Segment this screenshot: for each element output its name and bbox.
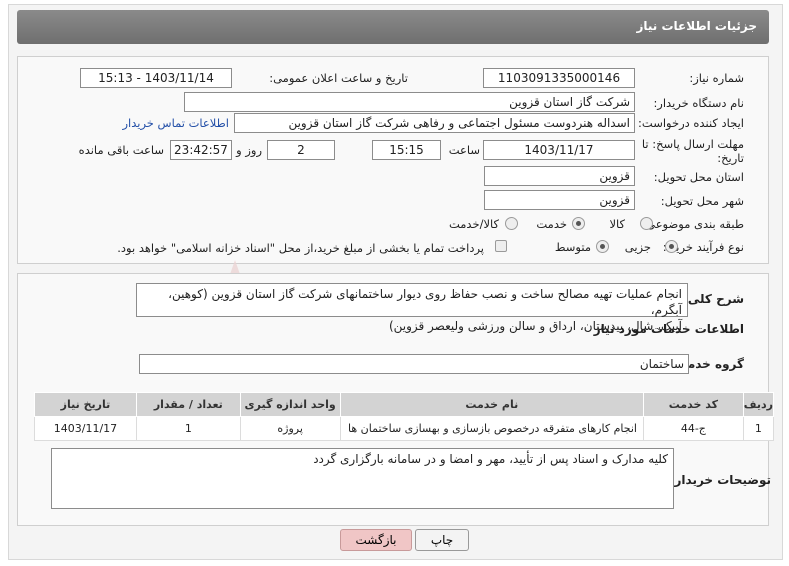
table-row: 1 ج-44 انجام کارهای متفرقه درخصوص بازساز… [34,416,775,441]
province-label: استان محل تحویل: [653,170,744,184]
deadline-label-2: تاریخ: [717,151,744,165]
back-button[interactable]: بازگشت [340,529,412,551]
buyer-contact-link[interactable]: اطلاعات تماس خریدار [122,116,229,130]
process-radio-medium[interactable] [596,240,609,253]
deadline-label: مهلت ارسال پاسخ: تا [641,137,744,151]
col-header-service-code: کد خدمت [642,392,744,417]
col-header-unit: واحد اندازه گیری [239,392,341,417]
cell-service-name: انجام کارهای متفرقه درخصوص بازسازی و بهس… [339,416,644,441]
province-field: قزوین [484,166,635,186]
need-number-label: شماره نیاز: [689,71,744,85]
category-label: طبقه بندی موضوعی: [642,217,744,231]
process-radio-minor[interactable] [665,240,678,253]
services-table: ردیف کد خدمت نام خدمت واحد اندازه گیری ت… [34,392,775,441]
city-field: قزوین [484,190,635,210]
deadline-date-field: 1403/11/17 [483,140,635,160]
cell-row-number: 1 [742,416,775,441]
services-section-title: اطلاعات خدمات مورد نیاز [593,322,744,336]
col-header-need-date: تاریخ نیاز [34,392,137,417]
col-header-row-number: ردیف [742,392,775,417]
buyer-notes-text: کلیه مدارک و اسناد پس از تأیید، مهر و ام… [313,452,668,466]
cell-unit: پروژه [239,416,341,441]
requester-label: ایجاد کننده درخواست: [638,116,744,130]
buyer-org-field: شرکت گاز استان قزوین [184,92,635,112]
header-bar: جزئیات اطلاعات نیاز [17,10,769,44]
announce-date-label: تاریخ و ساعت اعلان عمومی: [269,71,408,85]
time-remaining-field: 23:42:57 [170,140,232,160]
buyer-notes-field: کلیه مدارک و اسناد پس از تأیید، مهر و ام… [51,448,674,509]
buyer-org-label: نام دستگاه خریدار: [653,96,744,110]
col-header-service-name: نام خدمت [339,392,644,417]
category-radio-goods[interactable] [640,217,653,230]
cell-quantity: 1 [135,416,241,441]
need-summary-field: انجام عملیات تهیه مصالح ساخت و نصب حفاظ … [136,283,688,333]
deadline-time-field: 15:15 [372,140,441,160]
category-radio-service[interactable] [572,217,585,230]
cell-need-date: 1403/11/17 [34,416,137,441]
days-label: روز و [236,143,262,157]
process-option-medium: متوسط [554,240,591,254]
cell-service-code: ج-44 [642,416,744,441]
requester-field: اسداله هنردوست مسئول اجتماعی و رفاهی شرک… [234,113,635,133]
service-group-field: ساختمان [139,354,689,374]
city-label: شهر محل تحویل: [660,194,744,208]
buyer-notes-label: توضیحات خریدار: [669,473,771,487]
category-option-goods: کالا [609,217,625,231]
announce-date-field: 1403/11/14 - 15:13 [80,68,232,88]
need-summary-line1: انجام عملیات تهیه مصالح ساخت و نصب حفاظ … [168,287,682,317]
page-title: جزئیات اطلاعات نیاز [636,19,757,33]
treasury-payment-checkbox[interactable] [495,240,507,252]
col-header-quantity: تعداد / مقدار [135,392,241,417]
deadline-time-label: ساعت [448,143,480,157]
treasury-payment-note: پرداخت تمام یا بخشی از مبلغ خرید،از محل … [117,241,484,255]
need-number-field: 1103091335000146 [483,68,635,88]
process-option-minor: جزیی [624,240,651,254]
category-option-service: خدمت [536,217,567,231]
print-button[interactable]: چاپ [415,529,469,551]
time-remaining-label: ساعت باقی مانده [78,143,164,157]
days-remaining-field: 2 [267,140,335,160]
category-option-goods-service: کالا/خدمت [448,217,499,231]
table-header-row: ردیف کد خدمت نام خدمت واحد اندازه گیری ت… [34,392,775,417]
category-radio-goods-service[interactable] [505,217,518,230]
